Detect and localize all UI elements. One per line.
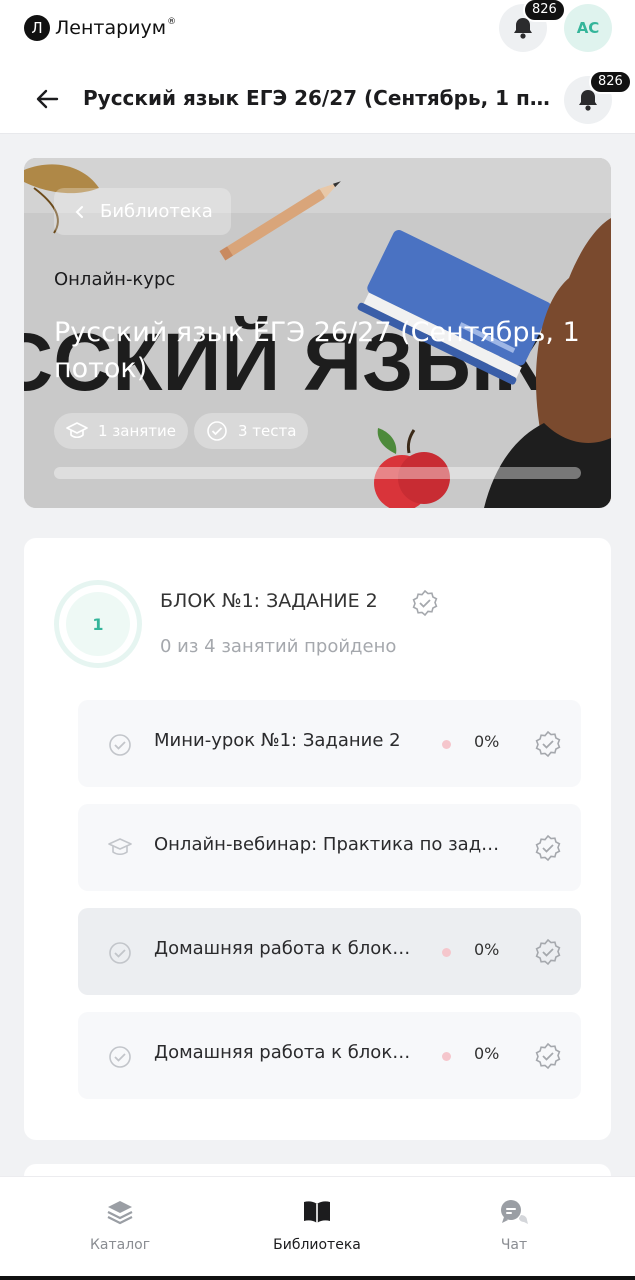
lesson-name: Мини-урок №1: Задание 2 bbox=[154, 730, 401, 751]
page-title: Русский язык ЕГЭ 26/27 (Сентябрь, 1 пото… bbox=[83, 86, 553, 110]
lesson-percent: 0% bbox=[474, 1044, 500, 1063]
status-dot bbox=[442, 948, 451, 957]
status-dot bbox=[442, 740, 451, 749]
registered-mark: ® bbox=[167, 17, 177, 27]
nav-catalog-label: Каталог bbox=[89, 1237, 151, 1253]
header-notifications-badge: 826 bbox=[589, 70, 632, 94]
back-arrow-icon[interactable] bbox=[34, 86, 60, 112]
course-type: Онлайн-курс bbox=[54, 269, 176, 290]
book-icon bbox=[304, 1201, 330, 1223]
nav-chat[interactable]: Чат bbox=[444, 1199, 584, 1253]
lesson-item[interactable]: Домашняя работа к блоку №1 0% bbox=[78, 1012, 581, 1099]
check-circle-icon bbox=[109, 734, 131, 756]
lessons-chip: 1 занятие bbox=[54, 413, 189, 449]
lesson-name: Домашняя работа к блоку №1 bbox=[154, 938, 416, 959]
course-title: Русский язык ЕГЭ 26/27 (Сентябрь, 1 пото… bbox=[54, 317, 580, 384]
block-progress-text: 0 из 4 занятий пройдено bbox=[160, 636, 397, 657]
check-circle-icon bbox=[109, 1046, 131, 1068]
lesson-item[interactable]: Домашняя работа к блоку №1 0% bbox=[78, 908, 581, 995]
lessons-chip-label: 1 занятие bbox=[98, 422, 177, 440]
nav-chat-label: Чат bbox=[500, 1237, 528, 1253]
verified-badge-icon bbox=[535, 1042, 561, 1070]
avatar[interactable]: AC bbox=[564, 4, 612, 52]
brand-logo[interactable]: Л Лентариум® bbox=[24, 15, 176, 41]
check-circle-icon bbox=[207, 421, 227, 441]
verified-badge-icon bbox=[535, 834, 561, 862]
lesson-percent: 0% bbox=[474, 940, 500, 959]
verified-badge-icon bbox=[412, 589, 438, 617]
lesson-name: Онлайн-вебинар: Практика по заданию 2 bbox=[154, 834, 504, 855]
nav-catalog[interactable]: Каталог bbox=[50, 1199, 190, 1253]
graduation-cap-icon bbox=[108, 838, 132, 856]
course-banner: ССКИЙ ЯЗЫК Библиотека Онлайн-курс Русски… bbox=[24, 158, 611, 508]
block-title: БЛОК №1: ЗАДАНИЕ 2 bbox=[160, 590, 378, 612]
lesson-percent: 0% bbox=[474, 732, 500, 751]
block-number-ring: 1 bbox=[54, 580, 142, 668]
logo-mark: Л bbox=[24, 15, 50, 41]
tests-chip-label: 3 теста bbox=[238, 422, 297, 440]
verified-badge-icon bbox=[535, 730, 561, 758]
home-indicator bbox=[0, 1276, 635, 1280]
breadcrumb-back-button[interactable]: Библиотека bbox=[54, 188, 231, 235]
block-number: 1 bbox=[66, 592, 130, 656]
nav-library-label: Библиотека bbox=[273, 1237, 361, 1253]
chat-icon bbox=[501, 1200, 528, 1224]
tests-chip: 3 теста bbox=[194, 413, 309, 449]
bottom-nav: Каталог Библиотека Чат bbox=[0, 1176, 635, 1280]
status-dot bbox=[442, 1052, 451, 1061]
app-bar: Л Лентариум® 826 AC bbox=[0, 0, 635, 66]
block-card: 1 БЛОК №1: ЗАДАНИЕ 2 0 из 4 занятий прой… bbox=[24, 538, 611, 1140]
lesson-name: Домашняя работа к блоку №1 bbox=[154, 1042, 416, 1063]
layers-icon bbox=[107, 1201, 133, 1225]
breadcrumb-label: Библиотека bbox=[100, 201, 213, 222]
notifications-badge: 826 bbox=[523, 0, 566, 22]
graduation-cap-icon bbox=[66, 422, 88, 439]
chevron-left-icon bbox=[75, 205, 83, 218]
check-circle-icon bbox=[109, 942, 131, 964]
course-progress-bar bbox=[54, 467, 581, 479]
brand-name: Лентариум® bbox=[55, 17, 177, 39]
page-header: Русский язык ЕГЭ 26/27 (Сентябрь, 1 пото… bbox=[0, 66, 635, 134]
verified-badge-icon bbox=[535, 938, 561, 966]
nav-library[interactable]: Библиотека bbox=[247, 1199, 387, 1253]
lesson-item[interactable]: Мини-урок №1: Задание 2 0% bbox=[78, 700, 581, 787]
lesson-item[interactable]: Онлайн-вебинар: Практика по заданию 2 bbox=[78, 804, 581, 891]
